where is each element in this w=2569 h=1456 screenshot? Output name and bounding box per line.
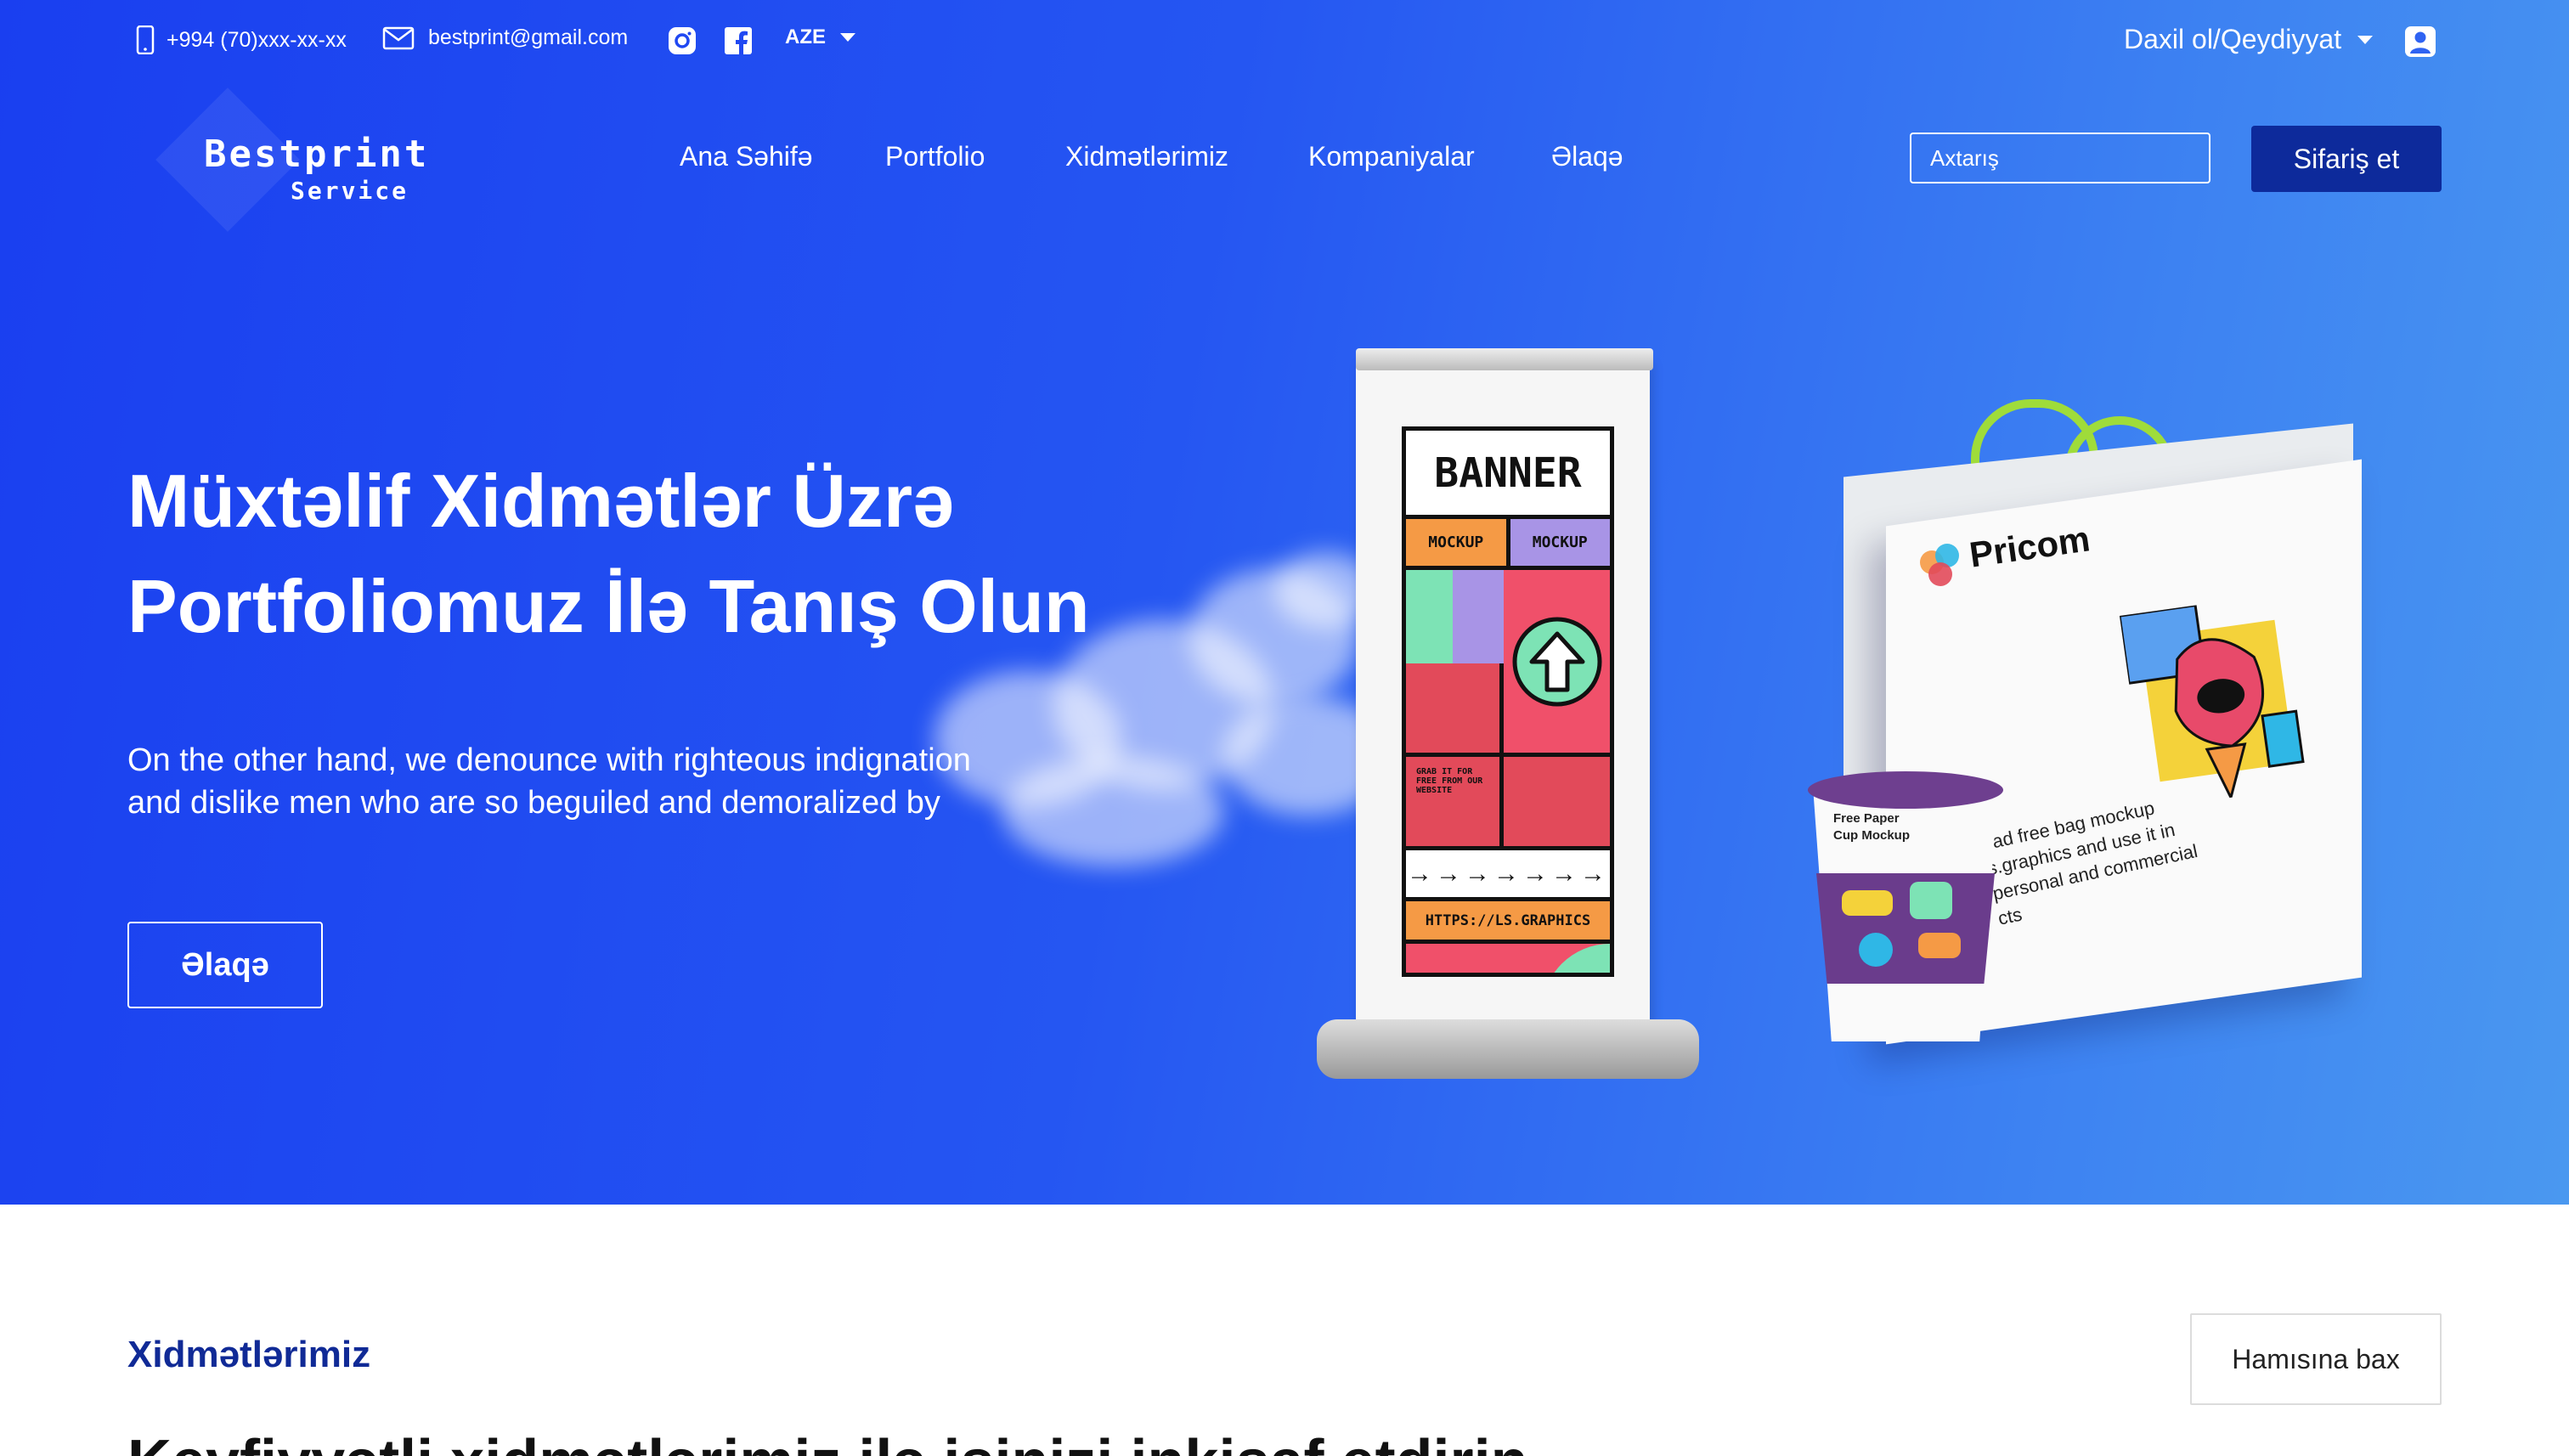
nav-services[interactable]: Xidmətlərimiz [1065, 141, 1228, 172]
paper-cup-image: Free Paper Cup Mockup [1808, 771, 2003, 1043]
cup-sticker [1842, 890, 1893, 916]
search-input[interactable] [1930, 144, 2215, 172]
bag-illustration [2119, 603, 2305, 802]
bag-logo-dot [1928, 562, 1952, 586]
brand-logo[interactable]: Bestprint Service [136, 82, 426, 234]
banner-base [1317, 1019, 1699, 1079]
top-bar: +994 (70)xxx-xx-xx bestprint@gmail.com A… [0, 0, 2569, 82]
banner-footer [1406, 944, 1610, 973]
email-address: bestprint@gmail.com [428, 25, 629, 49]
login-label: Daxil ol/Qeydiyyat [2124, 24, 2342, 54]
banner-tag-1: MOCKUP [1406, 519, 1510, 566]
facebook-link[interactable] [724, 26, 753, 55]
see-all-button[interactable]: Hamısına bax [2190, 1313, 2442, 1405]
nav-contact[interactable]: Əlaqə [1551, 141, 1623, 172]
banner-tag-2: MOCKUP [1510, 519, 1610, 566]
search-box [1910, 133, 2215, 183]
order-button[interactable]: Sifariş et [2251, 126, 2442, 192]
user-account-button[interactable] [2404, 25, 2436, 58]
mail-icon [382, 26, 415, 49]
cup-rim [1808, 771, 2003, 809]
language-select[interactable]: AZE [785, 25, 856, 49]
login-register-dropdown[interactable]: Daxil ol/Qeydiyyat [2124, 24, 2374, 55]
banner-artwork: BANNER MOCKUP MOCKUP GRAB IT FOR FREE FR… [1402, 426, 1614, 977]
cup-label-line-2: Cup Mockup [1833, 828, 1910, 843]
cup-label-line-1: Free Paper [1833, 811, 1900, 826]
cup-sticker [1910, 882, 1952, 919]
chevron-down-icon [840, 33, 855, 42]
nav-companies[interactable]: Kompaniyalar [1308, 141, 1475, 172]
banner-tag-row: MOCKUP MOCKUP [1406, 519, 1610, 570]
hero-section: +994 (70)xxx-xx-xx bestprint@gmail.com A… [0, 0, 2569, 1205]
language-label: AZE [785, 25, 826, 48]
banner-top-bar [1356, 348, 1653, 370]
facebook-icon [725, 27, 752, 54]
email-contact[interactable]: bestprint@gmail.com [382, 25, 628, 50]
roll-up-banner-image: BANNER MOCKUP MOCKUP GRAB IT FOR FREE FR… [1317, 348, 1699, 1087]
services-section-title: Xidmətlərimiz [127, 1334, 371, 1375]
cup-sleeve [1816, 873, 1995, 984]
nav-portfolio[interactable]: Portfolio [885, 141, 985, 172]
logo-title: Bestprint [204, 133, 430, 176]
arrow-up-icon [1512, 617, 1601, 706]
logo-subtitle: Service [291, 177, 409, 205]
cup-sticker [1918, 933, 1961, 958]
banner-small-text: GRAB IT FOR FREE FROM OUR WEBSITE [1406, 757, 1504, 846]
chevron-down-icon [2357, 35, 2374, 44]
user-icon [2405, 26, 2436, 57]
cup-label: Free Paper Cup Mockup [1833, 810, 1910, 844]
banner-heading: BANNER [1406, 431, 1610, 519]
phone-icon [136, 25, 155, 54]
banner-info-row: GRAB IT FOR FREE FROM OUR WEBSITE [1406, 757, 1610, 850]
hero-title-line-1: Müxtəlif Xidmətlər Üzrə [127, 459, 955, 543]
nav-home[interactable]: Ana Səhifə [680, 141, 813, 172]
banner-url: HTTPS://LS.GRAPHICS [1406, 901, 1610, 944]
phone-contact[interactable]: +994 (70)xxx-xx-xx [136, 25, 347, 54]
instagram-icon [669, 27, 696, 54]
phone-number: +994 (70)xxx-xx-xx [167, 27, 347, 52]
cup-sticker [1859, 933, 1893, 967]
hero-contact-button[interactable]: Əlaqə [127, 922, 323, 1008]
services-section-subtitle: Keyfiyyətli xidmətlərimiz ilə işinizi in… [127, 1427, 1528, 1456]
banner-arrows: →→→→→→→ [1406, 850, 1610, 901]
banner-middle-block [1406, 570, 1610, 757]
instagram-link[interactable] [668, 26, 697, 55]
